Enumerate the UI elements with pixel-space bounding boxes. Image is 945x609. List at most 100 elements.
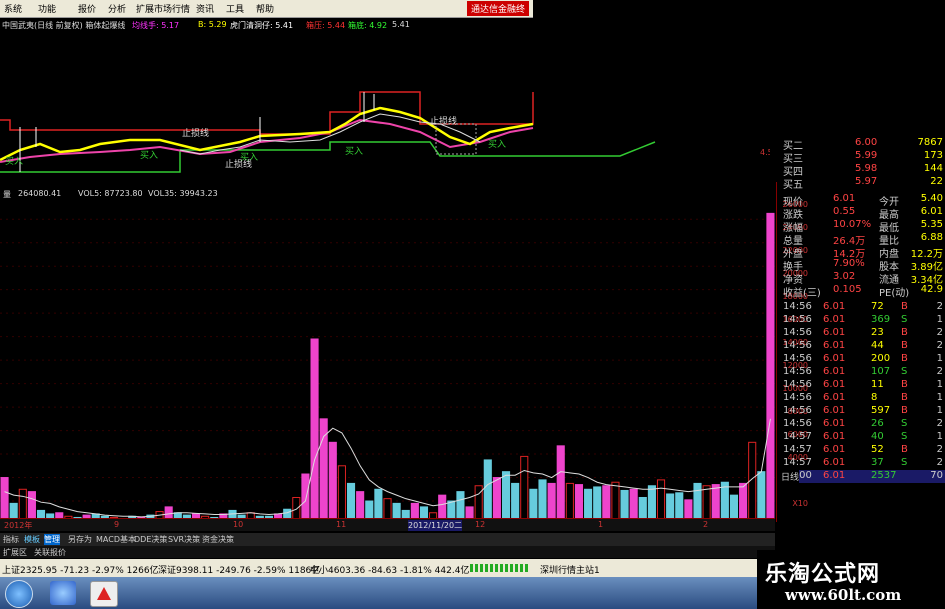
menu-function[interactable]: 功能 bbox=[38, 2, 56, 15]
tick-price: 6.01 bbox=[823, 340, 846, 351]
tick-direction: B bbox=[901, 327, 908, 338]
tick-row[interactable]: 14:56 6.01 26 S 2 bbox=[781, 418, 945, 431]
tick-row[interactable]: 14:56 6.01 8 B 1 bbox=[781, 392, 945, 405]
tick-row[interactable]: 14:56 6.01 11 B 1 bbox=[781, 379, 945, 392]
buy-label-1: 买入 bbox=[5, 156, 23, 167]
tick-count: 2 bbox=[936, 444, 943, 455]
sme-index[interactable]: 中小4603.36 -84.63 -1.81% 442.4亿 bbox=[310, 563, 469, 576]
tick-row[interactable]: 14:56 6.01 597 B 1 bbox=[781, 405, 945, 418]
bid-row[interactable]: 买四 5.98 144 bbox=[781, 163, 945, 178]
indicator-box-top: 箱压: 5.44 bbox=[306, 21, 346, 30]
tick-direction: S bbox=[901, 418, 908, 429]
tick-direction: B bbox=[901, 379, 908, 390]
box-top-line bbox=[0, 91, 534, 135]
tick-row[interactable]: 14:57 6.01 40 S 1 bbox=[781, 431, 945, 444]
browser-icon[interactable] bbox=[50, 581, 76, 605]
bid-price: 5.99 bbox=[855, 150, 878, 161]
indicator-b: B: 5.29 bbox=[198, 20, 227, 29]
date-tick: 1 bbox=[598, 520, 604, 529]
bid-row[interactable]: 买三 5.99 173 bbox=[781, 150, 945, 165]
tick-volume: 23 bbox=[871, 327, 884, 338]
stat-value: 7.90% bbox=[833, 258, 865, 269]
tick-price: 6.01 bbox=[823, 444, 846, 455]
vol35-value: VOL35: 39943.23 bbox=[148, 189, 218, 198]
menu-tools[interactable]: 工具 bbox=[226, 2, 244, 15]
tick-volume: 40 bbox=[871, 431, 884, 442]
bid-row[interactable]: 买二 6.00 7867 bbox=[781, 137, 945, 152]
tick-count: 2 bbox=[936, 366, 943, 377]
tick-row[interactable]: 14:56 6.01 72 B 2 bbox=[781, 301, 945, 314]
app-icon[interactable] bbox=[90, 581, 118, 607]
tick-row[interactable]: 15:006.01253770 bbox=[781, 470, 945, 483]
quote-panel: 买二 6.00 7867 买三 5.99 173 买四 5.98 144 买五 5.97 22 现价 6.… bbox=[781, 135, 945, 535]
broker-button[interactable]: 通达信金融终 bbox=[466, 1, 529, 16]
tick-volume: 200 bbox=[871, 353, 891, 364]
bid-row[interactable]: 买五 5.97 22 bbox=[781, 176, 945, 191]
buy-label-2: 买入 bbox=[140, 150, 158, 161]
server-name[interactable]: 深圳行情主站1 bbox=[540, 563, 600, 576]
tick-count: 1 bbox=[936, 392, 943, 403]
tab-template[interactable]: 模板 bbox=[24, 534, 40, 545]
menu-extended-market[interactable]: 扩展市场行情 bbox=[136, 2, 190, 15]
tab-related-quotes[interactable]: 关联报价 bbox=[34, 547, 66, 558]
menu-bar: 系统 功能 报价 分析 扩展市场行情 资讯 工具 帮助 通达信金融终 bbox=[0, 0, 533, 18]
bid-volume: 144 bbox=[923, 163, 943, 174]
indicator-tabs: 指标 模板 管理 另存为 MACD基本 DDE决策 SVR决策 资金决策 bbox=[0, 533, 775, 546]
tick-row[interactable]: 14:56 6.01 369 S 1 bbox=[781, 314, 945, 327]
tab-capital[interactable]: 资金决策 bbox=[202, 534, 234, 545]
tick-count: 1 bbox=[936, 405, 943, 416]
tick-time: 14:57 bbox=[783, 444, 812, 455]
tab-dde[interactable]: DDE决策 bbox=[134, 534, 167, 545]
menu-analysis[interactable]: 分析 bbox=[108, 2, 126, 15]
indicator-f: 5.41 bbox=[392, 20, 410, 29]
indicator-a: 均线手: 5.17 bbox=[132, 21, 180, 30]
tab-indicator[interactable]: 指标 bbox=[3, 534, 19, 545]
menu-quote[interactable]: 报价 bbox=[78, 2, 96, 15]
tick-row[interactable]: 14:56 6.01 23 B 2 bbox=[781, 327, 945, 340]
bid-price: 6.00 bbox=[855, 137, 878, 148]
bid-volume: 173 bbox=[923, 150, 943, 161]
tab-macd[interactable]: MACD基本 bbox=[96, 534, 136, 545]
tick-price: 6.01 bbox=[823, 314, 846, 325]
tick-row[interactable]: 14:56 6.01 107 S 2 bbox=[781, 366, 945, 379]
tick-price: 6.01 bbox=[823, 327, 846, 338]
start-button-icon[interactable] bbox=[5, 580, 33, 608]
volume-label: 量 bbox=[3, 190, 11, 199]
tick-row[interactable]: 14:57 6.01 37 S 2 bbox=[781, 457, 945, 470]
date-tick: 9 bbox=[114, 520, 120, 529]
tick-row[interactable]: 14:56 6.01 44 B 2 bbox=[781, 340, 945, 353]
watermark-title: 乐淘公式网 bbox=[765, 561, 881, 587]
volume-chart[interactable] bbox=[0, 201, 775, 531]
tab-manage[interactable]: 管理 bbox=[44, 534, 60, 545]
menu-system[interactable]: 系统 bbox=[4, 2, 22, 15]
volume-bar bbox=[520, 455, 529, 525]
stat-value: 6.01 bbox=[833, 193, 856, 204]
tick-row[interactable]: 14:57 6.01 52 B 2 bbox=[781, 444, 945, 457]
tick-count: 2 bbox=[936, 301, 943, 312]
stat-value: 0.105 bbox=[833, 284, 862, 295]
tick-time: 14:56 bbox=[783, 327, 812, 338]
sh-index[interactable]: 上证2325.95 -71.23 -2.97% 1266亿 bbox=[2, 563, 159, 576]
tick-direction: B bbox=[901, 301, 908, 312]
stat-row: 涨跌 0.55 最高 6.01 bbox=[781, 206, 945, 221]
tick-volume: 11 bbox=[871, 379, 884, 390]
buy-label-5: 买入 bbox=[488, 139, 506, 150]
indicator-info-line: 中国武夷(日线 前复权) 箱体起爆线 均线手: 5.17 B: 5.29 虎门清… bbox=[0, 18, 533, 32]
tick-direction: S bbox=[901, 366, 908, 377]
tick-direction: B bbox=[901, 340, 908, 351]
price-chart[interactable]: 买入 买入 买入 买入 止损线 止损线 止损线 买入 4.50 bbox=[0, 32, 770, 182]
watermark-url: www.60lt.com bbox=[785, 586, 902, 604]
menu-news[interactable]: 资讯 bbox=[196, 2, 214, 15]
tab-save-as[interactable]: 另存为 bbox=[68, 534, 92, 545]
stat-value: 10.07% bbox=[833, 219, 872, 230]
tick-row[interactable]: 14:56 6.01 200 B 1 bbox=[781, 353, 945, 366]
menu-help[interactable]: 帮助 bbox=[256, 2, 274, 15]
tab-extension[interactable]: 扩展区 bbox=[3, 547, 27, 558]
period-label[interactable]: 日线 bbox=[781, 470, 800, 483]
tick-price: 6.01 bbox=[823, 366, 846, 377]
stat-label: PE(动) bbox=[879, 288, 910, 299]
tick-volume: 8 bbox=[871, 392, 878, 403]
stat-row: 收益(三) 0.105 PE(动) 42.9 bbox=[781, 284, 945, 299]
sz-index[interactable]: 深证9398.11 -249.76 -2.59% 1186亿 bbox=[158, 563, 320, 576]
tab-svr[interactable]: SVR决策 bbox=[168, 534, 200, 545]
